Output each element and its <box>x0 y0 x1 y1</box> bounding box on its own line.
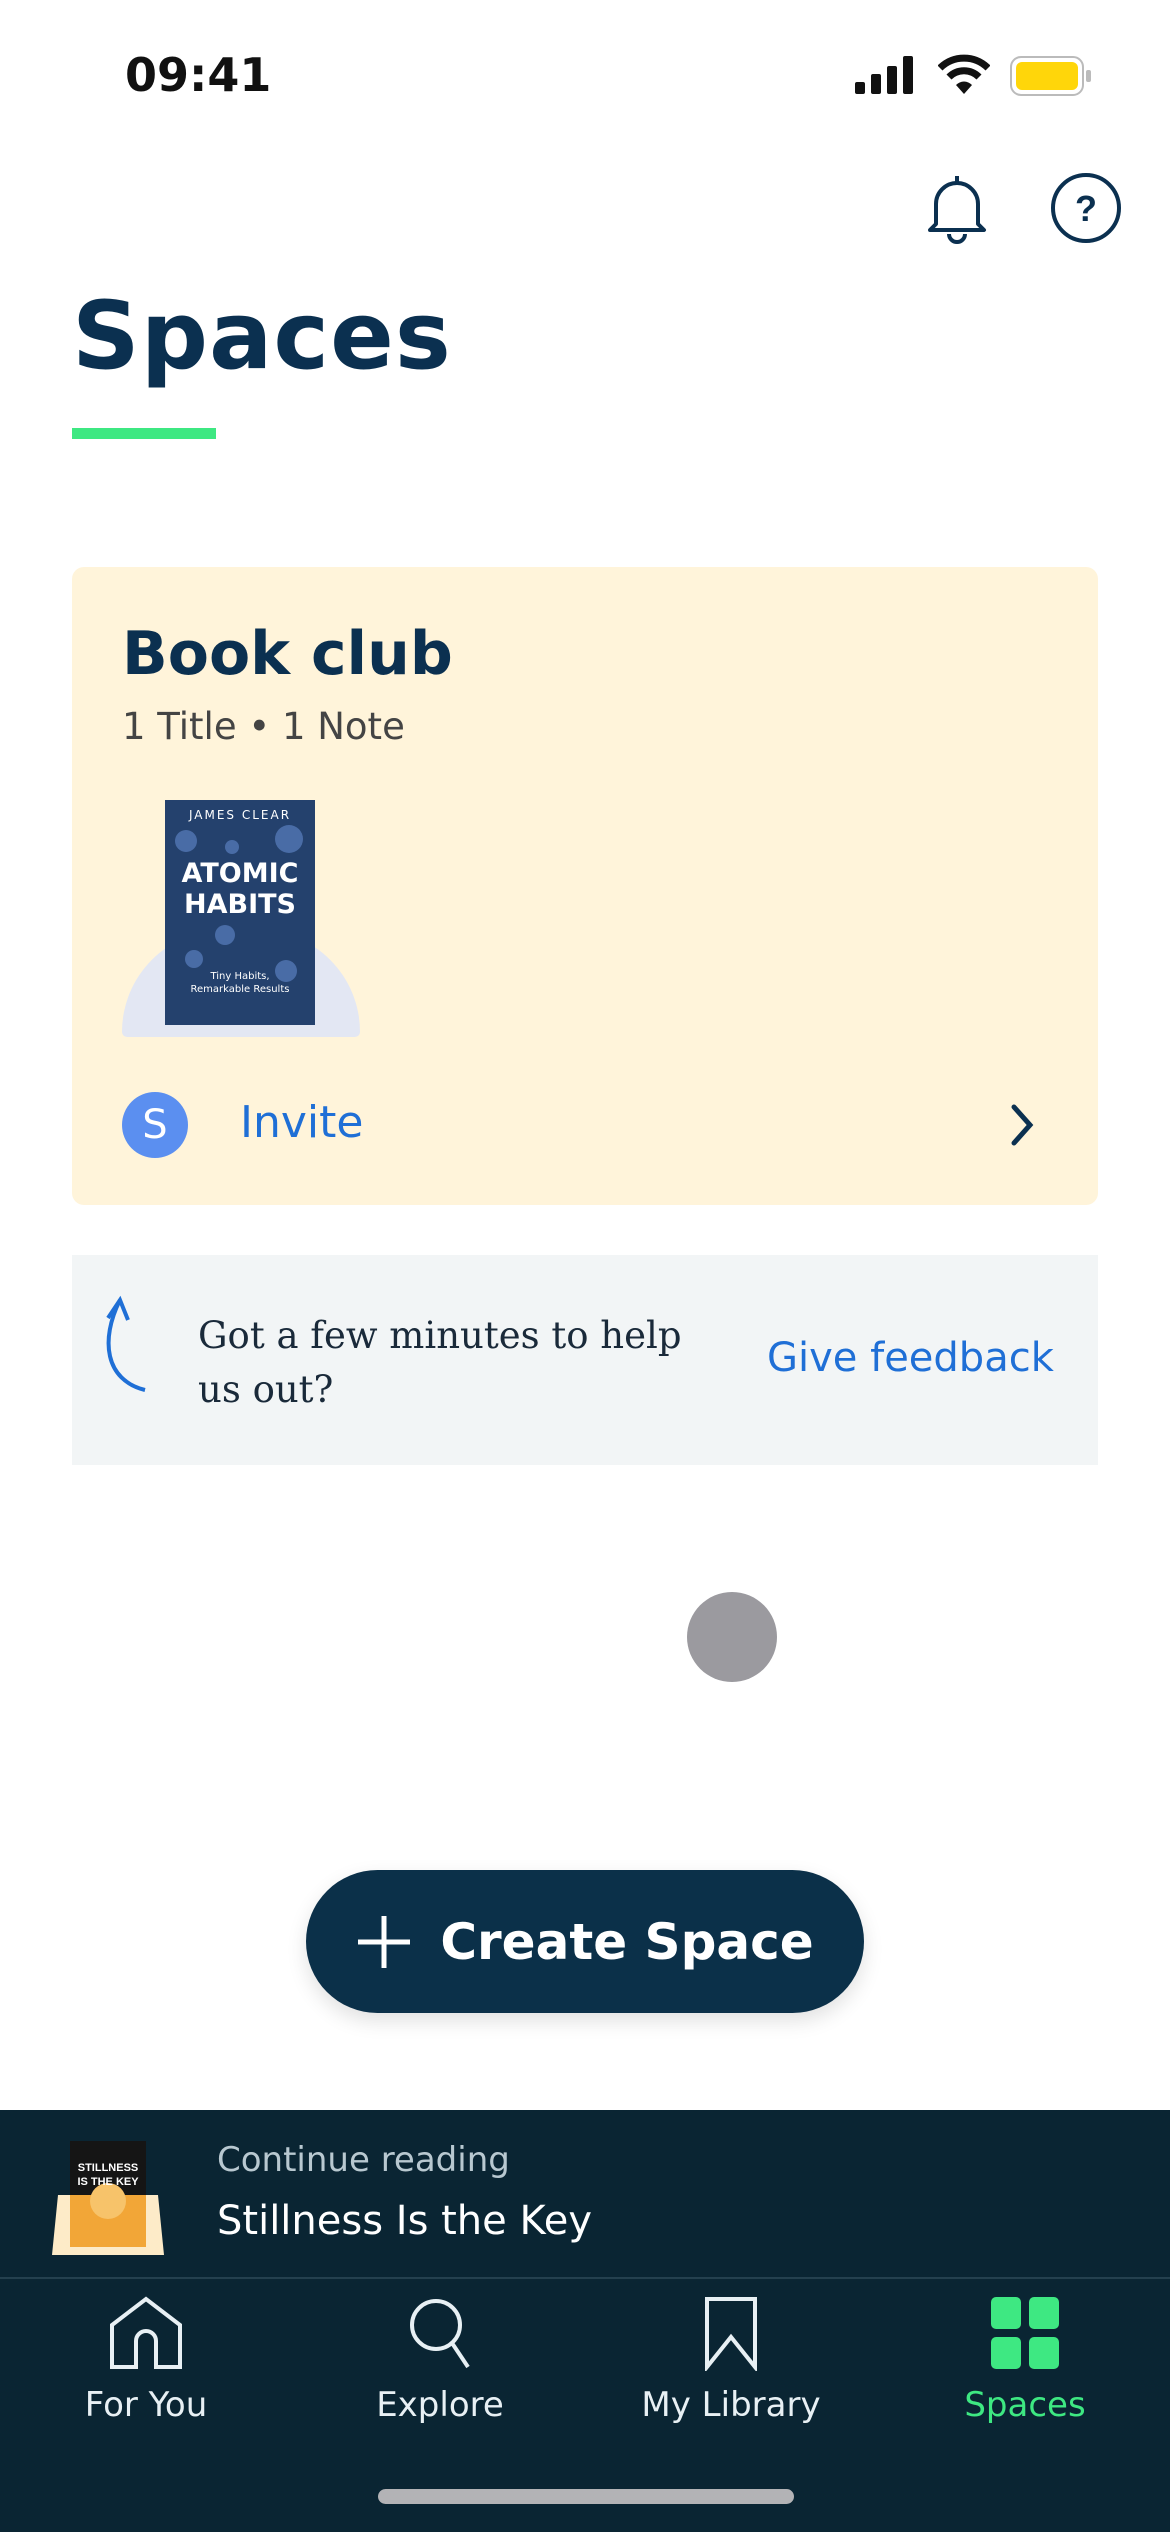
search-icon <box>410 2299 470 2369</box>
wifi-icon <box>937 54 991 98</box>
svg-text:IS THE KEY: IS THE KEY <box>77 2176 139 2188</box>
home-icon <box>110 2296 182 2369</box>
tab-label: Explore <box>376 2385 504 2425</box>
bookmark-icon <box>705 2297 757 2371</box>
continue-reading-title[interactable]: Stillness Is the Key <box>217 2198 592 2244</box>
svg-text:?: ? <box>1075 188 1097 229</box>
invite-button[interactable]: Invite <box>240 1097 363 1148</box>
grid-icon <box>991 2297 1059 2369</box>
book-subtitle-line: Remarkable Results <box>190 984 290 995</box>
home-indicator <box>378 2489 794 2504</box>
create-space-label: Create Space <box>440 1912 814 1971</box>
feedback-banner: Got a few minutes to help us out? Give f… <box>72 1255 1098 1465</box>
tab-my-library[interactable]: My Library <box>611 2295 851 2425</box>
create-space-button[interactable]: Create Space <box>306 1870 864 2013</box>
tab-for-you[interactable]: For You <box>26 2295 266 2425</box>
space-card-book-club[interactable]: Book club 1 Title • 1 Note JAMES CLEAR A… <box>72 567 1098 1205</box>
tab-label: My Library <box>641 2385 821 2425</box>
divider <box>0 2277 1170 2279</box>
space-meta: 1 Title • 1 Note <box>122 705 405 748</box>
book-title: ATOMIC HABITS <box>165 858 315 920</box>
tab-label: For You <box>84 2385 208 2425</box>
continue-reading-label: Continue reading <box>217 2140 510 2180</box>
book-title-line: ATOMIC <box>181 858 299 889</box>
book-title-line: HABITS <box>184 889 296 920</box>
help-icon[interactable]: ? <box>1050 172 1122 248</box>
plus-icon <box>358 1915 411 1968</box>
page-title: Spaces <box>72 282 452 391</box>
avatar: S <box>122 1092 188 1158</box>
curved-arrow-icon <box>100 1290 160 1404</box>
bell-icon[interactable] <box>922 172 992 248</box>
space-title: Book club <box>122 619 453 689</box>
signal-icon <box>855 56 917 98</box>
battery-icon <box>1010 56 1092 100</box>
tab-spaces[interactable]: Spaces <box>905 2295 1145 2425</box>
give-feedback-link[interactable]: Give feedback <box>767 1335 1054 1381</box>
title-underline <box>72 428 216 439</box>
feedback-text: Got a few minutes to help us out? <box>198 1314 682 1411</box>
mini-player-cover[interactable]: STILLNESS IS THE KEY <box>48 2135 168 2255</box>
touch-indicator <box>687 1592 777 1682</box>
book-author: JAMES CLEAR <box>188 808 292 822</box>
bottom-bar: STILLNESS IS THE KEY Continue reading Sti… <box>0 2110 1170 2532</box>
book-cover-atomic-habits[interactable]: JAMES CLEAR ATOMIC HABITS Tiny Habits, Rem… <box>165 800 315 1025</box>
tab-explore[interactable]: Explore <box>320 2295 560 2425</box>
status-time: 09:41 <box>125 48 272 102</box>
chevron-right-icon[interactable] <box>1002 1097 1042 1157</box>
svg-text:STILLNESS: STILLNESS <box>78 2162 139 2174</box>
tab-label: Spaces <box>964 2385 1086 2425</box>
